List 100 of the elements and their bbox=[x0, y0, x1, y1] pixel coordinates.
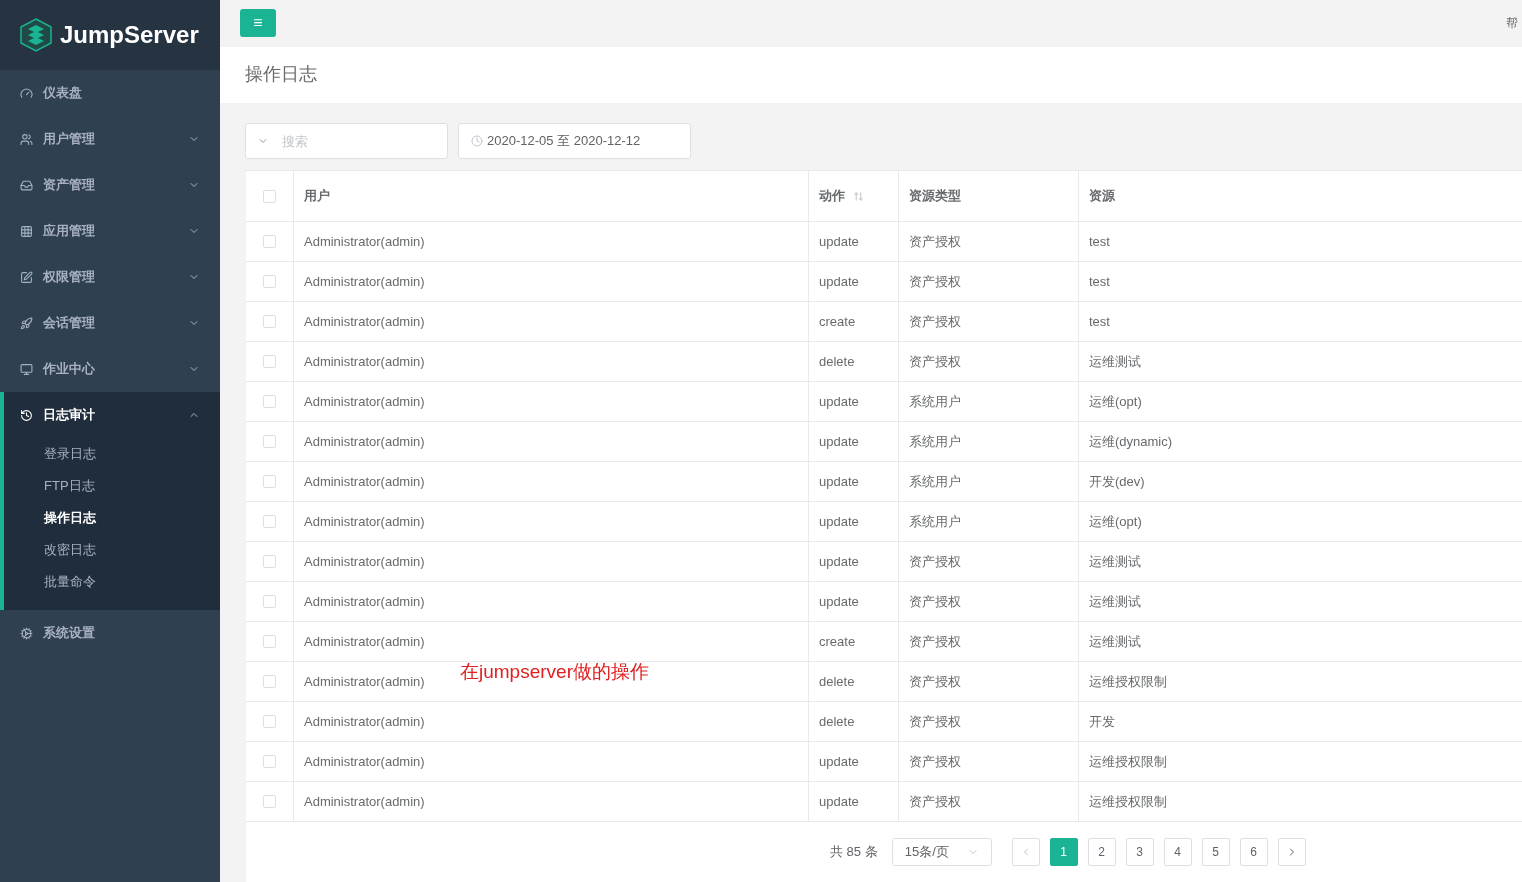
page-size-select[interactable]: 15条/页 bbox=[891, 838, 992, 866]
table-cell-text: 资产授权 bbox=[909, 632, 961, 651]
row-checkbox[interactable] bbox=[263, 475, 276, 488]
table-cell-text: create bbox=[819, 632, 856, 651]
row-checkbox[interactable] bbox=[263, 395, 276, 408]
row-checkbox[interactable] bbox=[263, 715, 276, 728]
sidebar-subitem[interactable]: 批量命令 bbox=[4, 566, 220, 598]
table-cell-text: 资产授权 bbox=[909, 672, 961, 691]
sidebar-item[interactable]: 用户管理 bbox=[0, 116, 220, 162]
monitor-icon bbox=[20, 362, 33, 376]
table-cell-text: test bbox=[1089, 272, 1110, 291]
table-cell-text: update bbox=[819, 472, 859, 491]
table-cell-text: 系统用户 bbox=[909, 512, 961, 531]
table-cell-text: 运维授权限制 bbox=[1089, 752, 1167, 771]
table-cell-text: update bbox=[819, 392, 859, 411]
table-cell-text: 资产授权 bbox=[909, 232, 961, 251]
sidebar-subitem[interactable]: 改密日志 bbox=[4, 534, 220, 566]
search-field[interactable]: 搜索 bbox=[245, 123, 448, 159]
table-cell-text: 运维测试 bbox=[1089, 552, 1141, 571]
sort-icon[interactable] bbox=[853, 190, 864, 202]
sidebar-item[interactable]: 作业中心 bbox=[0, 346, 220, 392]
next-page-button[interactable] bbox=[1277, 838, 1306, 866]
table-cell-text: 资产授权 bbox=[909, 312, 961, 331]
table-cell-text: 运维测试 bbox=[1089, 632, 1141, 651]
page-button[interactable]: 4 bbox=[1163, 838, 1192, 866]
table-cell-text: 开发 bbox=[1089, 712, 1115, 731]
table-cell-text: Administrator(admin) bbox=[304, 392, 425, 411]
history-icon bbox=[20, 408, 33, 422]
row-checkbox[interactable] bbox=[263, 515, 276, 528]
row-checkbox[interactable] bbox=[263, 675, 276, 688]
table-cell-text: 运维授权限制 bbox=[1089, 672, 1167, 691]
row-checkbox[interactable] bbox=[263, 355, 276, 368]
clock-icon bbox=[471, 135, 483, 147]
page-button[interactable]: 2 bbox=[1087, 838, 1116, 866]
sidebar-subitem[interactable]: 操作日志 bbox=[4, 502, 220, 534]
table-cell-text: Administrator(admin) bbox=[304, 352, 425, 371]
edit-icon bbox=[20, 270, 33, 284]
row-checkbox[interactable] bbox=[263, 275, 276, 288]
page-button[interactable]: 3 bbox=[1125, 838, 1154, 866]
table-cell-text: 资产授权 bbox=[909, 552, 961, 571]
table-cell-text: 系统用户 bbox=[909, 432, 961, 451]
table-cell-text: update bbox=[819, 752, 859, 771]
previous-page-button[interactable] bbox=[1011, 838, 1040, 866]
table-cell-text: update bbox=[819, 232, 859, 251]
table-cell-text: Administrator(admin) bbox=[304, 512, 425, 531]
row-checkbox[interactable] bbox=[263, 555, 276, 568]
table-cell-text: 开发(dev) bbox=[1089, 472, 1145, 491]
table-cell-text: delete bbox=[819, 352, 855, 371]
sidebar-item[interactable]: 日志审计 bbox=[4, 392, 220, 438]
row-checkbox[interactable] bbox=[263, 595, 276, 608]
page-button[interactable]: 5 bbox=[1201, 838, 1230, 866]
sidebar-subitem[interactable]: FTP日志 bbox=[4, 470, 220, 502]
sidebar-item[interactable]: 资产管理 bbox=[0, 162, 220, 208]
table-cell-text: delete bbox=[819, 712, 855, 731]
table-cell-text: create bbox=[819, 312, 856, 331]
table-cell-text: update bbox=[819, 552, 859, 571]
row-checkbox[interactable] bbox=[263, 189, 276, 203]
table-cell-text: update bbox=[819, 272, 859, 291]
table-cell-text: Administrator(admin) bbox=[304, 232, 425, 251]
help-link[interactable]: 帮 bbox=[1506, 14, 1518, 33]
table-cell-text: 运维测试 bbox=[1089, 352, 1141, 371]
row-checkbox[interactable] bbox=[263, 315, 276, 328]
row-checkbox[interactable] bbox=[263, 755, 276, 768]
sidebar-item[interactable]: 仪表盘 bbox=[0, 70, 220, 116]
total-count: 共 85 条 bbox=[830, 843, 878, 862]
table-cell-text: update bbox=[819, 432, 859, 451]
page-button[interactable]: 6 bbox=[1239, 838, 1268, 866]
table-cell-text: Administrator(admin) bbox=[304, 792, 425, 811]
table-cell-text: 运维(opt) bbox=[1089, 392, 1142, 411]
column-header: 用户 bbox=[304, 187, 330, 206]
row-checkbox[interactable] bbox=[263, 795, 276, 808]
row-checkbox[interactable] bbox=[263, 635, 276, 648]
table-cell-text: 系统用户 bbox=[909, 472, 961, 491]
table-cell-text: 资产授权 bbox=[909, 272, 961, 291]
users-icon bbox=[20, 132, 33, 146]
table-cell-text: Administrator(admin) bbox=[304, 592, 425, 611]
table-cell-text: update bbox=[819, 792, 859, 811]
table-cell-text: 资产授权 bbox=[909, 792, 961, 811]
logo-text: JumpServer bbox=[60, 20, 199, 50]
row-checkbox[interactable] bbox=[263, 435, 276, 448]
sidebar-item[interactable]: 应用管理 bbox=[0, 208, 220, 254]
table-cell-text: Administrator(admin) bbox=[304, 432, 425, 451]
column-header: 动作 bbox=[819, 187, 845, 206]
table-cell-text: 资产授权 bbox=[909, 712, 961, 731]
table-cell-text: Administrator(admin) bbox=[304, 712, 425, 731]
table-cell-text: test bbox=[1089, 232, 1110, 251]
inbox-icon bbox=[20, 178, 33, 192]
logo-icon bbox=[20, 18, 52, 52]
sidebar-item[interactable]: 系统设置 bbox=[0, 610, 220, 656]
table-cell-text: test bbox=[1089, 312, 1110, 331]
table-cell-text: Administrator(admin) bbox=[304, 752, 425, 771]
sidebar-subitem[interactable]: 登录日志 bbox=[4, 438, 220, 470]
sidebar-item[interactable]: 会话管理 bbox=[0, 300, 220, 346]
column-header: 资源 bbox=[1089, 187, 1115, 206]
table-cell-text: 运维授权限制 bbox=[1089, 792, 1167, 811]
date-range-field[interactable]: 2020-12-05 至 2020-12-12 bbox=[458, 123, 691, 159]
sidebar-item[interactable]: 权限管理 bbox=[0, 254, 220, 300]
table-cell-text: update bbox=[819, 592, 859, 611]
row-checkbox[interactable] bbox=[263, 235, 276, 248]
rocket-icon bbox=[20, 316, 33, 330]
